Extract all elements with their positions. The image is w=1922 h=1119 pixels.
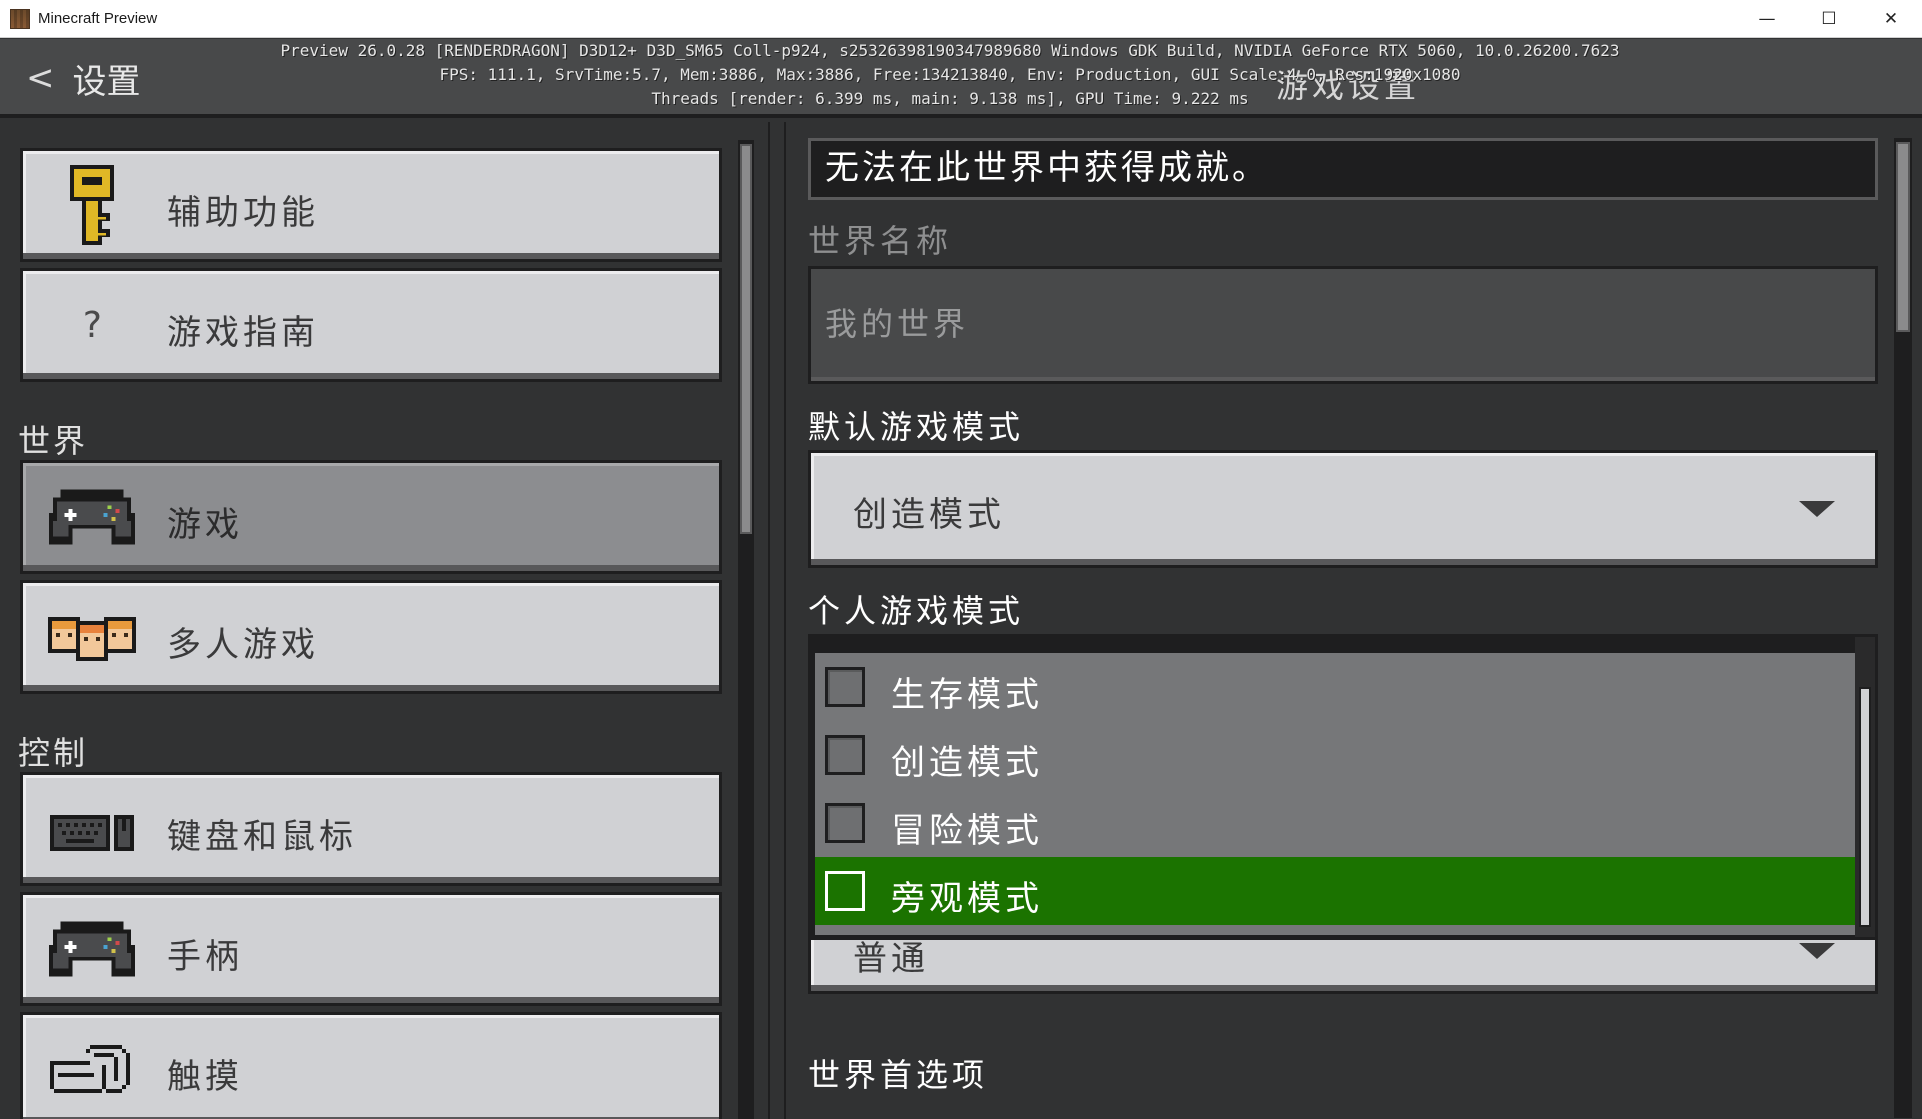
checkbox[interactable] — [825, 871, 865, 911]
sidebar-item-gamepad[interactable]: 手柄 — [20, 892, 722, 1006]
caret-down-icon — [1799, 501, 1835, 517]
sidebar-scrollbar-thumb[interactable] — [740, 144, 752, 534]
sidebar-item-label: 触摸 — [167, 1057, 243, 1097]
sidebar-item-label: 游戏 — [167, 505, 243, 545]
back-button[interactable]: < 设置 — [26, 55, 166, 102]
game-settings-panel: 无法在此世界中获得成就。 世界名称 我的世界 默认游戏模式 创造模式 个人游戏模… — [784, 122, 1922, 1119]
sidebar-item-label: 游戏指南 — [167, 313, 319, 353]
minimize-button[interactable]: — — [1736, 0, 1798, 38]
question-icon: ? — [81, 304, 103, 346]
list-scrollbar-thumb[interactable] — [1859, 687, 1871, 927]
sidebar-item-label: 键盘和鼠标 — [167, 817, 357, 857]
world-name-input[interactable]: 我的世界 — [808, 266, 1878, 384]
close-button[interactable]: ✕ — [1860, 0, 1922, 38]
debug-line: Threads [render: 6.399 ms, main: 9.138 m… — [651, 89, 1249, 108]
sidebar-item-how-to-play[interactable]: ? 游戏指南 — [20, 268, 722, 382]
debug-line: Preview 26.0.28 [RENDERDRAGON] D3D12+ D3… — [280, 41, 1620, 60]
window-controls: — ☐ ✕ — [1736, 0, 1922, 38]
world-preferences-label: 世界首选项 — [808, 1056, 989, 1094]
controller-icon — [47, 479, 137, 555]
option-creative[interactable]: 创造模式 — [815, 721, 1855, 789]
app-icon — [10, 8, 30, 29]
personal-game-mode-list: 生存模式 创造模式 冒险模式 旁观模式 — [808, 634, 1878, 940]
default-game-mode-label: 默认游戏模式 — [808, 408, 1025, 446]
section-label-controls: 控制 — [18, 734, 89, 772]
sidebar-item-game[interactable]: 游戏 — [20, 460, 722, 574]
sidebar-item-label: 手柄 — [167, 937, 243, 977]
option-label: 创造模式 — [891, 743, 1043, 783]
option-survival[interactable]: 生存模式 — [815, 653, 1855, 721]
sidebar-item-label: 辅助功能 — [167, 193, 319, 233]
debug-line: FPS: 111.1, SrvTime:5.7, Mem:3886, Max:3… — [439, 65, 1461, 84]
section-label-world: 世界 — [18, 422, 89, 460]
panel-scrollbar-thumb[interactable] — [1896, 142, 1910, 332]
settings-sidebar: 辅助功能 ? 游戏指南 世界 游戏 多人游戏 控制 键盘和鼠标 手柄 触摸 — [0, 122, 770, 1119]
option-adventure[interactable]: 冒险模式 — [815, 789, 1855, 857]
default-game-mode-dropdown[interactable]: 创造模式 — [808, 450, 1878, 568]
page-header: < 设置 游戏设置 Preview 26.0.28 [RENDERDRAGON]… — [0, 39, 1922, 118]
sidebar-item-label: 多人游戏 — [167, 625, 319, 665]
option-label: 生存模式 — [891, 675, 1043, 715]
window-title-bar: Minecraft Preview — ☐ ✕ — [0, 0, 1922, 38]
keyboard-mouse-icon — [47, 791, 137, 867]
option-label: 冒险模式 — [891, 811, 1043, 851]
checkbox[interactable] — [825, 667, 865, 707]
checkbox[interactable] — [825, 735, 865, 775]
chevron-left-icon: < — [26, 58, 55, 98]
option-label: 旁观模式 — [891, 879, 1043, 919]
window-title: Minecraft Preview — [38, 10, 158, 27]
caret-down-icon — [1799, 943, 1835, 959]
gamepad-icon — [47, 911, 137, 987]
option-spectator[interactable]: 旁观模式 — [815, 857, 1855, 925]
sidebar-item-multiplayer[interactable]: 多人游戏 — [20, 580, 722, 694]
maximize-button[interactable]: ☐ — [1798, 0, 1860, 38]
world-name-label: 世界名称 — [808, 222, 953, 260]
sidebar-item-keyboard-mouse[interactable]: 键盘和鼠标 — [20, 772, 722, 886]
personal-game-mode-label: 个人游戏模式 — [808, 592, 1025, 630]
sidebar-item-touch[interactable]: 触摸 — [20, 1012, 722, 1119]
touch-icon — [47, 1031, 137, 1107]
key-icon — [47, 165, 137, 245]
back-button-label: 设置 — [72, 61, 141, 102]
options-container: 生存模式 创造模式 冒险模式 旁观模式 — [815, 653, 1855, 935]
dropdown-value: 创造模式 — [853, 495, 1005, 535]
debug-overlay: Preview 26.0.28 [RENDERDRAGON] D3D12+ D3… — [180, 39, 1720, 111]
sidebar-item-accessibility[interactable]: 辅助功能 — [20, 148, 722, 262]
players-icon — [47, 599, 137, 675]
checkbox[interactable] — [825, 803, 865, 843]
achievements-notice: 无法在此世界中获得成就。 — [808, 138, 1878, 200]
